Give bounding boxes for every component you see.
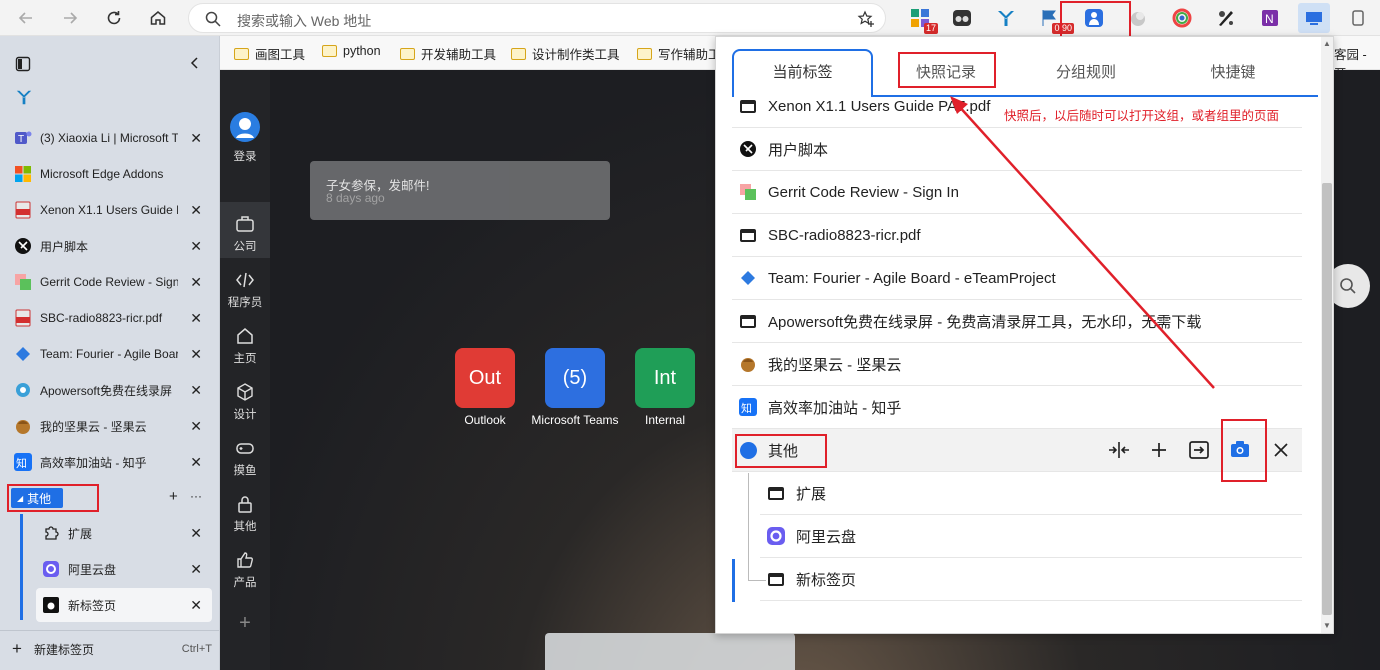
annotation-arrow xyxy=(950,96,1215,389)
